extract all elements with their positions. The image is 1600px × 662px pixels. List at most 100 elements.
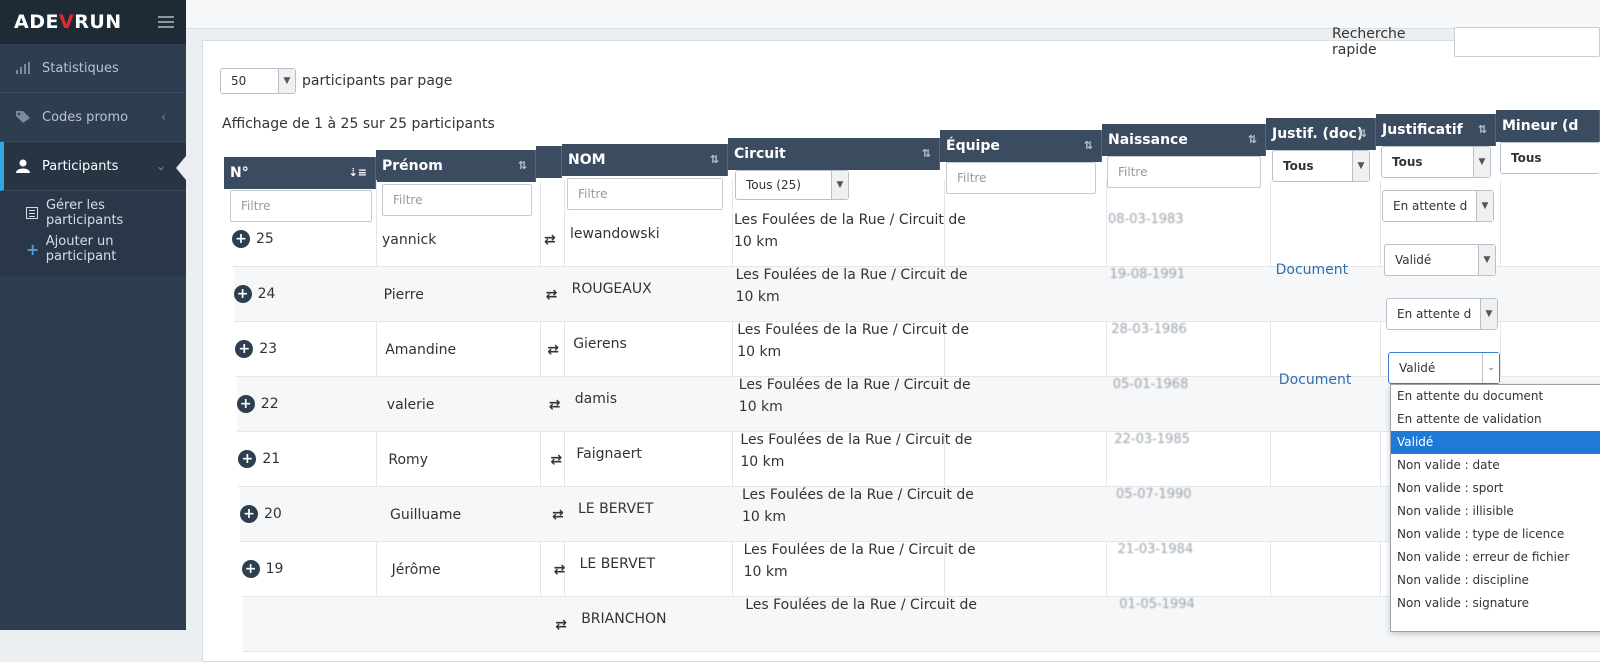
justificatif-dropdown: En attente du document En attente de val… — [1390, 384, 1600, 632]
dropdown-option[interactable]: En attente du document — [1391, 385, 1600, 408]
swap-icon[interactable]: ⇄ — [555, 617, 567, 633]
sidebar-subitem-ajouter[interactable]: + Ajouter un participant — [0, 231, 186, 267]
quick-search: Recherche rapide — [1332, 26, 1600, 58]
row-number-cell: +20 — [240, 505, 282, 523]
filter-justificatif-select[interactable]: Tous ▼ — [1381, 146, 1491, 178]
top-bar — [186, 0, 1600, 29]
sort-icon: ⇅ — [517, 159, 527, 172]
dropdown-option[interactable]: Non valide : signature — [1391, 592, 1600, 615]
naissance-cell: 22-03-1985 — [1114, 432, 1190, 447]
justificatif-value: En attente d — [1393, 199, 1468, 213]
dropdown-option[interactable]: Non valide : discipline — [1391, 569, 1600, 592]
expand-row-icon[interactable]: + — [233, 285, 252, 303]
filter-justif-doc-select[interactable]: Tous ▼ — [1272, 150, 1370, 182]
active-indicator — [176, 156, 186, 180]
justificatif-select-open[interactable]: Validé ⌄ — [1388, 352, 1500, 384]
circuit-cell: Les Foulées de la Rue / Circuit de — [735, 267, 968, 283]
filter-nom[interactable]: Filtre — [567, 178, 723, 210]
chevron-down-icon: ▼ — [1480, 299, 1497, 329]
column-header-justif-doc[interactable]: Justif. (doc) ⇅ — [1266, 118, 1376, 150]
per-page-select[interactable]: 50 ▼ — [220, 68, 296, 94]
swap-icon[interactable]: ⇄ — [554, 562, 566, 578]
dropdown-option[interactable]: En attente de validation — [1391, 408, 1600, 431]
search-label: Recherche rapide — [1332, 26, 1406, 58]
prenom-cell: Pierre — [383, 287, 424, 303]
sort-desc-icon: ⇣≡ — [348, 166, 367, 179]
row-number-cell: +19 — [241, 560, 284, 578]
swap-icon[interactable]: ⇄ — [552, 507, 564, 523]
menu-toggle-icon[interactable] — [157, 13, 174, 31]
sidebar-subitem-gerer[interactable]: Gérer les participants — [0, 195, 186, 231]
dropdown-option[interactable]: Non valide : erreur de fichier — [1391, 546, 1600, 569]
dropdown-option[interactable]: Non valide : sport — [1391, 477, 1600, 500]
filter-circuit-value: Tous (25) — [746, 178, 801, 192]
per-page-value: 50 — [231, 74, 247, 88]
sort-icon: ⇅ — [1477, 123, 1487, 136]
filter-equipe[interactable]: Filtre — [946, 162, 1096, 194]
expand-row-icon[interactable]: + — [238, 450, 257, 468]
sidebar-item-label: Participants — [42, 158, 119, 174]
nom-cell: LE BERVET — [579, 556, 656, 572]
column-header-justificatif[interactable]: Justificatif ⇅ — [1376, 114, 1496, 146]
column-header-naissance[interactable]: Naissance ⇅ — [1102, 124, 1266, 156]
column-header-nom[interactable]: NOM ⇅ — [562, 144, 728, 176]
swap-icon[interactable]: ⇄ — [544, 232, 556, 248]
expand-row-icon[interactable]: + — [236, 395, 255, 413]
expand-row-icon[interactable]: + — [232, 230, 250, 248]
expand-row-icon[interactable]: + — [241, 560, 260, 578]
filter-mineur-select[interactable]: Tous — [1500, 142, 1600, 174]
prenom-cell: Jérôme — [391, 562, 441, 578]
column-header-mineur[interactable]: Mineur (d — [1496, 110, 1600, 142]
column-header-label: NOM — [568, 152, 606, 168]
tag-icon — [14, 110, 32, 124]
circuit-cell-line2: 10 km — [742, 509, 787, 525]
sidebar-item-statistiques[interactable]: Statistiques — [0, 44, 186, 93]
row-number: 21 — [262, 451, 281, 467]
document-link[interactable]: Document — [1276, 262, 1349, 278]
swap-icon[interactable]: ⇄ — [547, 342, 559, 358]
circuit-cell-line2: 10 km — [735, 289, 780, 305]
filter-circuit-select[interactable]: Tous (25) ▼ — [735, 170, 849, 200]
sidebar-item-codes-promo[interactable]: Codes promo ‹ — [0, 93, 186, 142]
row-number: 24 — [257, 286, 276, 302]
expand-row-icon[interactable]: + — [240, 505, 258, 523]
row-number-cell: +22 — [236, 395, 279, 413]
swap-icon[interactable]: ⇄ — [550, 452, 562, 468]
justificatif-value: Validé — [1395, 253, 1432, 267]
justificatif-select[interactable]: En attente d ▼ — [1386, 298, 1498, 330]
per-page-control: 50 ▼ participants par page — [220, 68, 452, 94]
row-number: 23 — [259, 341, 278, 357]
row-number: 20 — [264, 506, 282, 522]
document-link[interactable]: Document — [1279, 372, 1352, 388]
filter-justificatif-value: Tous — [1392, 155, 1423, 169]
filter-justif-doc-value: Tous — [1283, 159, 1314, 173]
swap-icon[interactable]: ⇄ — [546, 287, 558, 303]
dropdown-option-selected[interactable]: Validé — [1391, 431, 1600, 454]
logo[interactable]: ADEVRUN — [14, 11, 122, 33]
prenom-cell: valerie — [386, 397, 435, 413]
row-number: 22 — [260, 396, 279, 412]
search-input[interactable] — [1454, 27, 1600, 57]
sort-icon: ⇅ — [921, 147, 931, 160]
sidebar-subitem-label: Gérer les participants — [45, 198, 124, 228]
column-header-circuit[interactable]: Circuit ⇅ — [728, 138, 940, 170]
dropdown-option[interactable]: Non valide : type de licence — [1391, 523, 1600, 546]
column-header-num[interactable]: N° ⇣≡ — [224, 157, 376, 189]
swap-icon[interactable]: ⇄ — [549, 397, 561, 413]
row-number-cell: +25 — [232, 230, 274, 248]
column-header-label: Circuit — [734, 146, 786, 162]
column-header-prenom[interactable]: Prénom ⇅ — [376, 150, 536, 182]
circuit-cell: Les Foulées de la Rue / Circuit de — [740, 432, 973, 448]
row-number-cell: +21 — [238, 450, 280, 468]
filter-mineur-value: Tous — [1511, 151, 1542, 165]
dropdown-option[interactable]: Non valide : date — [1391, 454, 1600, 477]
sidebar-item-participants[interactable]: Participants ⌄ — [0, 142, 186, 191]
justificatif-select[interactable]: Validé ▼ — [1384, 244, 1496, 276]
filter-naissance[interactable]: Filtre — [1107, 156, 1261, 188]
naissance-cell: 19-08-1991 — [1109, 267, 1186, 282]
expand-row-icon[interactable]: + — [235, 340, 254, 358]
dropdown-option[interactable]: Non valide : illisible — [1391, 500, 1600, 523]
row-number: 19 — [265, 561, 284, 577]
column-header-equipe[interactable]: Équipe ⇅ — [940, 130, 1102, 162]
chevron-down-icon: ▼ — [278, 69, 295, 93]
